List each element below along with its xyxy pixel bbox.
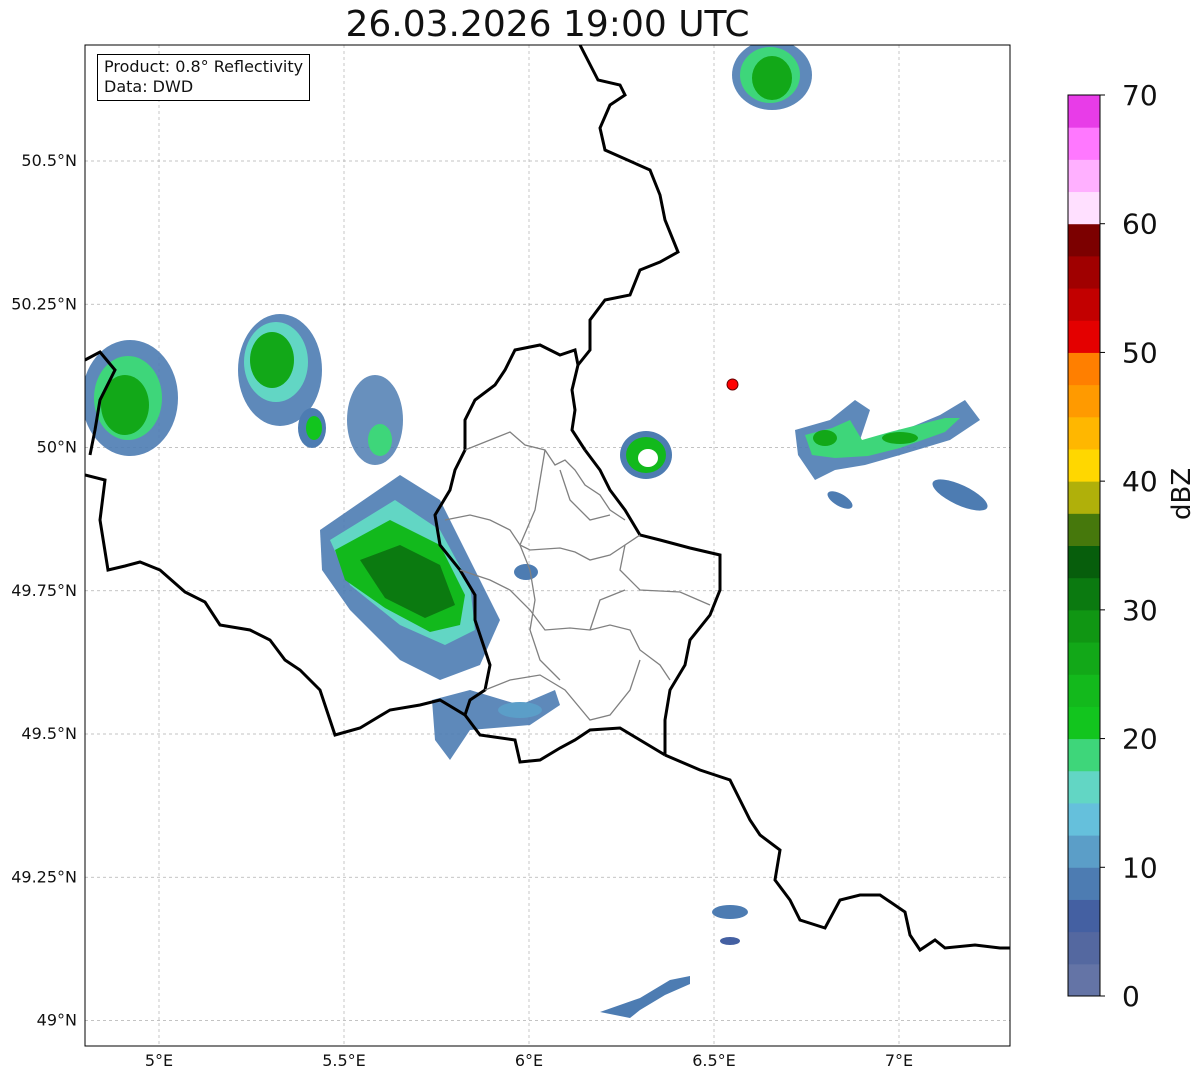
colorbar-segment xyxy=(1068,867,1100,900)
colorbar-segment xyxy=(1068,448,1100,482)
lon-tick-label: 5°E xyxy=(145,1051,173,1070)
colorbar-segment xyxy=(1068,963,1100,997)
border-de-fr xyxy=(664,753,1010,953)
echo-north xyxy=(732,45,812,110)
lat-tick-label: 49.25°N xyxy=(11,867,77,886)
colorbar-tick-label: 70 xyxy=(1122,79,1158,112)
echo-lux-small xyxy=(514,564,538,580)
lat-tick-label: 49.75°N xyxy=(11,581,77,600)
colorbar-segment xyxy=(1068,674,1100,707)
radar-map: 50.5°N 50.25°N 50°N 49.75°N 49.5°N 49.25°N 49°… xyxy=(11,44,1158,1070)
colorbar-segment xyxy=(1068,642,1100,675)
colorbar-segment xyxy=(1068,706,1100,740)
colorbar-segment xyxy=(1068,127,1100,160)
colorbar-tick-label: 30 xyxy=(1122,594,1158,627)
colorbar-segment xyxy=(1068,352,1100,386)
region-borders xyxy=(444,431,711,721)
colorbar-segment xyxy=(1068,738,1100,772)
colorbar-segment xyxy=(1068,384,1100,418)
data-source-label: Data: DWD xyxy=(104,77,194,96)
colorbar-segment xyxy=(1068,770,1100,804)
colorbar-tick-label: 50 xyxy=(1122,336,1158,369)
echo-east xyxy=(795,400,980,480)
colorbar-segment xyxy=(1068,223,1100,257)
colorbar-tick-label: 40 xyxy=(1122,465,1158,498)
lon-tick-label: 7°E xyxy=(885,1051,913,1070)
colorbar-segment xyxy=(1068,191,1100,225)
border-be-de xyxy=(576,45,680,366)
lon-tick-label: 6.5°E xyxy=(692,1051,736,1070)
lon-tick-label: 6°E xyxy=(515,1051,543,1070)
colorbar-segment xyxy=(1068,416,1100,450)
colorbar-segment xyxy=(1068,802,1100,836)
colorbar-segment xyxy=(1068,835,1100,868)
product-info-box: Product: 0.8° Reflectivity Data: DWD xyxy=(97,54,311,101)
colorbar-label: dBZ xyxy=(1167,467,1197,520)
radar-echoes xyxy=(85,45,988,1018)
colorbar-segment xyxy=(1068,513,1100,546)
colorbar-segment xyxy=(1068,288,1100,321)
colorbar-tick-label: 0 xyxy=(1122,980,1140,1013)
lat-tick-label: 50°N xyxy=(37,438,77,457)
echo-southeast xyxy=(600,905,748,1018)
lon-tick-label: 5.5°E xyxy=(322,1051,366,1070)
colorbar: 0 10 20 30 40 50 60 70 xyxy=(1067,79,1158,1013)
colorbar-segment xyxy=(1068,255,1100,289)
echo-south xyxy=(432,690,560,760)
echo-ring xyxy=(620,431,672,479)
colorbar-segment xyxy=(1068,545,1100,579)
lat-tick-label: 49°N xyxy=(37,1011,77,1030)
colorbar-segment xyxy=(1068,320,1100,353)
colorbar-segment xyxy=(1068,609,1100,643)
border-lu-de xyxy=(583,449,722,755)
lat-tick-label: 50.5°N xyxy=(21,151,77,170)
colorbar-segment xyxy=(1068,899,1100,933)
colorbar-segment xyxy=(1068,95,1100,128)
lat-tick-label: 49.5°N xyxy=(21,724,77,743)
echo-main xyxy=(320,475,500,680)
colorbar-tick-label: 10 xyxy=(1122,851,1158,884)
colorbar-tick-label: 60 xyxy=(1122,208,1158,241)
product-label: Product: 0.8° Reflectivity xyxy=(104,57,304,76)
colorbar-segment xyxy=(1068,481,1100,514)
colorbar-tick-label: 20 xyxy=(1122,723,1158,756)
radar-site-marker xyxy=(726,378,739,391)
country-borders xyxy=(85,45,1010,953)
colorbar-segment xyxy=(1068,159,1100,193)
echo-west xyxy=(85,340,178,456)
lat-tick-label: 50.25°N xyxy=(11,294,77,313)
colorbar-segment xyxy=(1068,931,1100,965)
colorbar-segment xyxy=(1068,577,1100,611)
echo-east-small xyxy=(827,479,988,511)
